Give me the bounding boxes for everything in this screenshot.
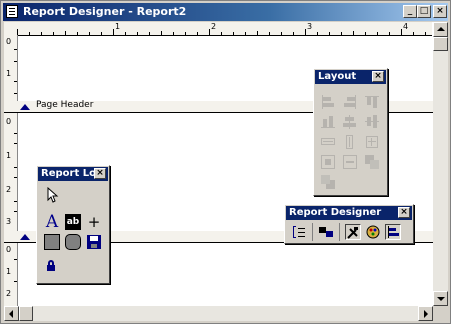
report-designer-window: Report Designer - Report2 _ □ × 1 2 3 4 … bbox=[0, 0, 451, 324]
ruler-number: 2 bbox=[6, 185, 12, 194]
send-to-back-icon[interactable] bbox=[320, 174, 336, 190]
align-bottom-icon[interactable] bbox=[320, 114, 336, 130]
ruler-number: 3 bbox=[6, 217, 12, 226]
align-center-horizontal-icon[interactable] bbox=[342, 114, 358, 130]
close-icon: × bbox=[400, 207, 408, 217]
pointer-tool-icon[interactable] bbox=[45, 186, 61, 203]
ruler-number: 3 bbox=[307, 22, 313, 31]
size-grip bbox=[433, 306, 448, 321]
rectangle-tool-icon[interactable] bbox=[44, 234, 60, 250]
data-grouping-icon[interactable] bbox=[291, 224, 307, 240]
same-height-icon[interactable] bbox=[342, 134, 358, 150]
down-arrow-icon bbox=[437, 297, 445, 301]
report-controls-toolbar-icon[interactable] bbox=[345, 224, 361, 240]
ruler-number: 0 bbox=[6, 117, 12, 126]
rounded-rectangle-tool-icon[interactable] bbox=[65, 234, 81, 250]
minimize-icon: _ bbox=[407, 6, 413, 16]
horizontal-scrollbar[interactable] bbox=[4, 306, 433, 321]
layout-palette: Layout × bbox=[313, 68, 388, 196]
right-arrow-icon bbox=[424, 310, 428, 318]
horizontal-ruler: 1 2 3 4 bbox=[17, 22, 432, 36]
align-left-icon[interactable] bbox=[320, 94, 336, 110]
window-title: Report Designer - Report2 bbox=[23, 5, 187, 18]
bring-to-front-icon[interactable] bbox=[364, 154, 380, 170]
section-arrow-icon bbox=[20, 234, 30, 240]
align-center-vertical-icon[interactable] bbox=[364, 114, 380, 130]
vertical-scrollbar[interactable] bbox=[433, 22, 448, 306]
scroll-down-button[interactable] bbox=[433, 291, 448, 306]
center-horizontally-icon[interactable] bbox=[320, 154, 336, 170]
section-arrow-icon bbox=[20, 104, 30, 110]
toolbar-palette-title[interactable]: Report Designer bbox=[286, 206, 412, 220]
same-size-icon[interactable] bbox=[364, 134, 380, 150]
align-right-icon[interactable] bbox=[342, 94, 358, 110]
color-palette-icon[interactable] bbox=[365, 224, 381, 240]
scroll-left-button[interactable] bbox=[4, 306, 19, 321]
ruler-number: 2 bbox=[6, 289, 12, 298]
up-arrow-icon bbox=[437, 27, 445, 31]
report-designer-toolbar: Report Designer × bbox=[284, 204, 414, 244]
same-width-icon[interactable] bbox=[320, 134, 336, 150]
vertical-ruler-bottom: 0 1 2 bbox=[4, 243, 18, 306]
title-bar[interactable]: Report Designer - Report2 _ □ × bbox=[3, 3, 448, 21]
ruler-number: 0 bbox=[6, 245, 12, 254]
line-tool-icon[interactable]: + bbox=[86, 214, 102, 230]
scroll-right-button[interactable] bbox=[418, 306, 433, 321]
ruler-number: 1 bbox=[6, 267, 12, 276]
close-button[interactable]: × bbox=[433, 5, 447, 18]
page-header-label: Page Header bbox=[36, 100, 94, 110]
center-vertically-icon[interactable] bbox=[342, 154, 358, 170]
close-icon: × bbox=[96, 168, 104, 178]
ruler-number: 1 bbox=[6, 151, 12, 160]
ruler-number: 0 bbox=[6, 37, 12, 46]
align-top-icon[interactable] bbox=[364, 94, 380, 110]
minimize-button[interactable]: _ bbox=[403, 5, 417, 18]
ruler-number: 4 bbox=[403, 22, 409, 31]
maximize-button[interactable]: □ bbox=[417, 5, 431, 18]
field-tool-icon[interactable]: ab bbox=[65, 214, 81, 230]
app-icon[interactable] bbox=[6, 5, 18, 18]
layout-toolbar-icon[interactable] bbox=[385, 224, 401, 240]
ruler-corner bbox=[4, 22, 17, 35]
vertical-ruler-middle: 0 1 2 3 bbox=[4, 113, 18, 231]
lock-tool-icon[interactable] bbox=[45, 258, 61, 274]
maximize-icon: □ bbox=[419, 6, 429, 16]
picture-tool-icon[interactable] bbox=[86, 234, 102, 250]
scroll-thumb[interactable] bbox=[19, 306, 33, 321]
toolbar-close-button[interactable]: × bbox=[398, 207, 410, 218]
vertical-ruler-top: 0 1 bbox=[4, 35, 18, 101]
label-tool-icon[interactable]: A bbox=[44, 214, 60, 231]
layout-close-button[interactable]: × bbox=[372, 71, 384, 82]
ruler-number: 1 bbox=[115, 22, 121, 31]
ruler-number: 2 bbox=[211, 22, 217, 31]
ruler-number: 1 bbox=[6, 69, 12, 78]
close-icon: × bbox=[374, 71, 382, 81]
data-environment-icon[interactable] bbox=[318, 224, 334, 240]
toolbox-close-button[interactable]: × bbox=[94, 168, 106, 179]
scroll-thumb[interactable] bbox=[433, 37, 448, 51]
left-arrow-icon bbox=[9, 310, 13, 318]
close-icon: × bbox=[436, 6, 444, 16]
report-toolbox-palette: Report Lo × A ab + bbox=[36, 165, 110, 284]
scroll-up-button[interactable] bbox=[433, 22, 448, 37]
